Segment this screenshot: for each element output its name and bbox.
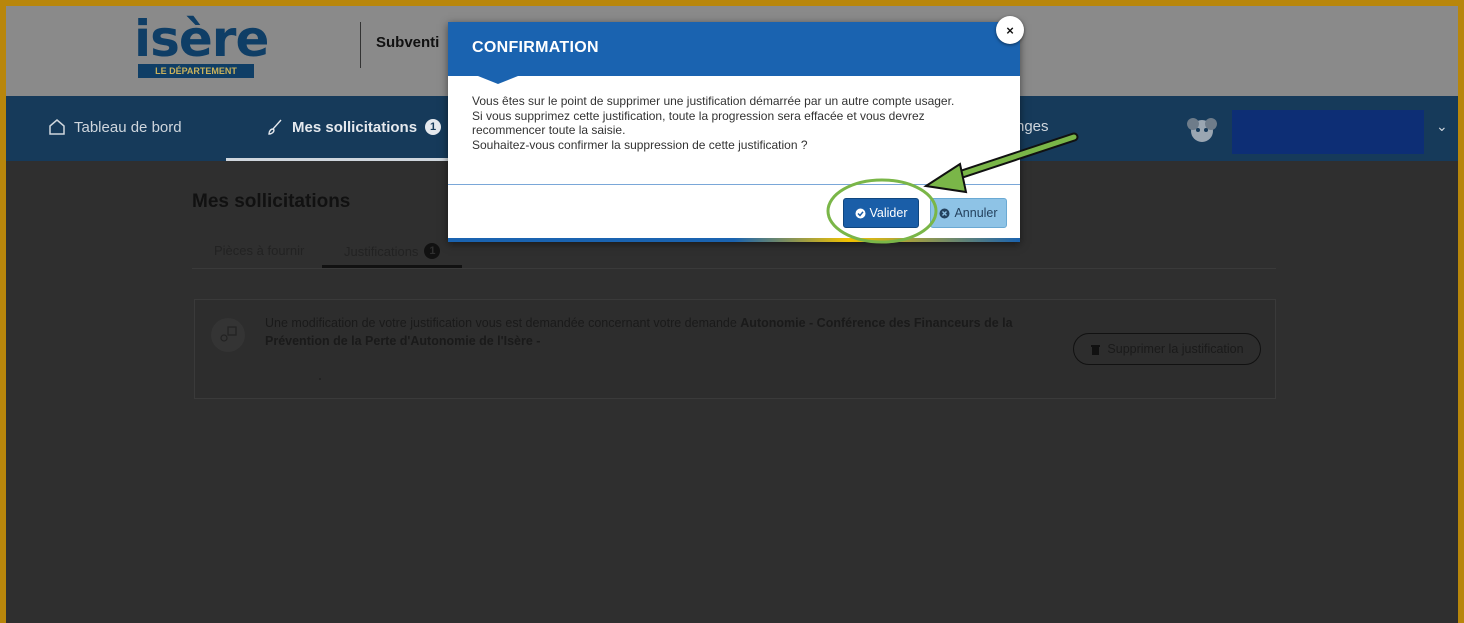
logo-name: isère xyxy=(134,10,269,68)
trash-icon xyxy=(1091,345,1101,355)
dialog-title: CONFIRMATION xyxy=(472,39,599,56)
dialog-message-line: recommencer toute la saisie. xyxy=(472,123,626,137)
dialog-message-line: Si vous supprimez cette justification, t… xyxy=(472,108,925,123)
dialog-message: Vous êtes sur le point de supprimer une … xyxy=(472,94,1008,152)
tab-pieces-a-fournir[interactable]: Pièces à fournir xyxy=(214,243,304,258)
justification-message: Une modification de votre justification … xyxy=(265,314,1025,350)
dialog-header: CONFIRMATION xyxy=(448,22,1020,76)
confirm-button[interactable]: Valider xyxy=(843,198,919,228)
question-person-icon xyxy=(211,318,245,352)
dialog-divider xyxy=(448,184,1020,185)
times-circle-icon xyxy=(939,208,950,218)
close-icon[interactable]: × xyxy=(996,16,1024,44)
justifications-count-badge: 1 xyxy=(424,243,441,259)
dialog-message-line: Vous êtes sur le point de supprimer une … xyxy=(472,94,955,108)
chevron-down-icon[interactable]: ⌄ xyxy=(1436,118,1448,135)
logo-tagline: LE DÉPARTEMENT xyxy=(138,64,254,78)
confirmation-dialog: CONFIRMATION Vous êtes sur le point de s… xyxy=(448,22,1020,242)
nav-item-dashboard[interactable]: Tableau de bord xyxy=(48,118,182,136)
nav-item-sollicitations-label: Mes sollicitations xyxy=(292,118,418,136)
nav-item-echanges[interactable]: nges xyxy=(1016,118,1049,135)
nav-item-dashboard-label: Tableau de bord xyxy=(74,118,182,136)
site-title: Subventi xyxy=(376,34,440,51)
avatar-icon[interactable] xyxy=(1182,116,1222,144)
justification-message-text: Une modification de votre justification … xyxy=(265,316,741,330)
page-title: Mes sollicitations xyxy=(192,191,351,212)
confirm-button-label: Valider xyxy=(869,206,908,220)
dialog-message-line: Souhaitez-vous confirmer la suppression … xyxy=(472,137,808,152)
tab-label: Pièces à fournir xyxy=(214,243,305,258)
dialog-header-notch xyxy=(478,76,518,84)
check-circle-icon xyxy=(855,208,865,218)
isere-logo[interactable]: isère LE DÉPARTEMENT xyxy=(134,10,269,78)
cancel-button[interactable]: Annuler xyxy=(930,198,1007,228)
separator-dot xyxy=(319,378,321,380)
brush-icon xyxy=(268,119,282,135)
tab-justifications[interactable]: Justifications 1 xyxy=(344,243,441,259)
justification-card: Une modification de votre justification … xyxy=(194,299,1276,399)
home-icon xyxy=(49,119,65,135)
cancel-button-label: Annuler xyxy=(954,206,998,220)
nav-item-sollicitations[interactable]: Mes sollicitations 1 xyxy=(266,118,442,136)
tab-label: Justifications xyxy=(344,243,419,259)
delete-justification-button[interactable]: Supprimer la justification xyxy=(1073,333,1261,365)
user-account-menu[interactable] xyxy=(1232,110,1424,154)
sollicitations-count-badge: 1 xyxy=(425,119,442,135)
tab-active-indicator xyxy=(322,265,462,268)
delete-justification-label: Supprimer la justification xyxy=(1107,342,1244,356)
dialog-bottom-stripe xyxy=(448,238,1020,242)
header-divider xyxy=(360,22,361,68)
